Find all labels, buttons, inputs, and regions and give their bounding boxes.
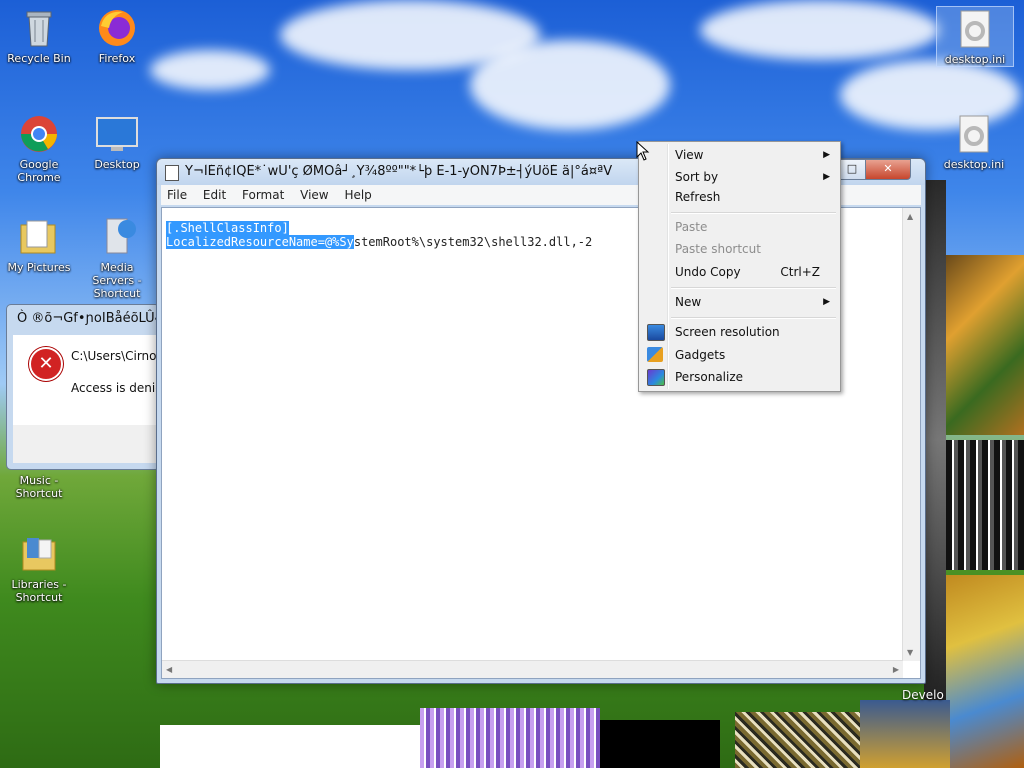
icon-label: desktop.ini [944, 53, 1006, 66]
horizontal-scrollbar[interactable]: ◀ ▶ [162, 660, 903, 678]
selected-text: [.ShellClassInfo] [166, 221, 289, 235]
menu-separator [671, 317, 836, 319]
scroll-right-icon[interactable]: ▶ [893, 665, 899, 674]
submenu-arrow-icon: ▶ [823, 150, 830, 160]
menu-separator [671, 212, 836, 214]
desktop-icon-recycle-bin[interactable]: Recycle Bin [0, 6, 78, 65]
menu-item-refresh[interactable]: Refresh [641, 186, 838, 208]
menu-format[interactable]: Format [236, 185, 290, 205]
firefox-icon [95, 6, 139, 50]
icon-label: Desktop [94, 158, 140, 171]
chrome-icon [17, 112, 61, 156]
gadgets-icon [647, 347, 663, 362]
desktop-icon-my-pictures[interactable]: My Pictures [0, 215, 78, 274]
monitor-icon [647, 324, 665, 341]
desktop-icon-google-chrome[interactable]: Google Chrome [0, 112, 78, 184]
menu-item-personalize[interactable]: Personalize [641, 366, 838, 388]
icon-label: Media Servers - Shortcut [92, 261, 142, 300]
menu-item-label: Paste shortcut [675, 242, 761, 256]
desktop-icon-music[interactable]: Music - Shortcut [0, 474, 78, 500]
menu-item-label: New [675, 295, 702, 309]
glitch-artifact [924, 180, 946, 700]
desktop-icon-libraries[interactable]: Libraries - Shortcut [0, 532, 78, 604]
menu-item-label: Personalize [675, 370, 744, 384]
text-line: stemRoot%\system32\shell32.dll,-2 [353, 235, 593, 249]
folder-icon [17, 215, 61, 259]
icon-label: Libraries - Shortcut [11, 578, 67, 604]
recycle-bin-icon [17, 6, 61, 50]
cloud [150, 50, 270, 90]
menu-item-view[interactable]: View ▶ [641, 144, 838, 166]
glitch-artifact [946, 575, 1024, 768]
icon-label: Firefox [98, 52, 136, 65]
icon-label: My Pictures [7, 261, 71, 274]
desktop-icon-firefox[interactable]: Firefox [78, 6, 156, 65]
server-icon [95, 215, 139, 259]
menu-item-label: Paste [675, 220, 708, 234]
error-icon: ✕ [29, 347, 63, 381]
scroll-up-icon[interactable]: ▲ [907, 212, 913, 221]
menu-item-shortcut: Ctrl+Z [780, 265, 820, 279]
glitch-artifact [420, 708, 600, 768]
menu-item-sort-by[interactable]: Sort by ▶ [641, 166, 838, 188]
icon-label: desktop.ini [943, 158, 1005, 171]
scroll-left-icon[interactable]: ◀ [166, 665, 172, 674]
menu-item-new[interactable]: New ▶ [641, 291, 838, 313]
glitch-artifact [160, 725, 420, 768]
menu-help[interactable]: Help [338, 185, 377, 205]
menu-edit[interactable]: Edit [197, 185, 232, 205]
glitch-artifact [860, 700, 950, 768]
settings-file-icon [953, 7, 997, 51]
menu-item-label: Sort by [675, 170, 719, 184]
scroll-down-icon[interactable]: ▼ [907, 648, 913, 657]
monitor-icon [95, 112, 139, 156]
cloud [470, 40, 670, 130]
desktop-icon-desktop[interactable]: Desktop [78, 112, 156, 171]
selected-text: LocalizedResourceName=@%Sy [166, 235, 354, 249]
menu-item-undo-copy[interactable]: Undo Copy Ctrl+Z [641, 261, 838, 283]
personalize-icon [647, 369, 665, 386]
editor-content: [.ShellClassInfo] LocalizedResourceName=… [166, 221, 592, 249]
dialog-footer [13, 425, 159, 463]
error-dialog[interactable]: Ò ®õ¬Gf•ɲoIBåéõLÛ4 ✕ C:\Users\Cirno\D Ac… [6, 304, 160, 470]
maximize-button[interactable]: □ [838, 159, 866, 180]
icon-label: Google Chrome [17, 158, 61, 184]
submenu-arrow-icon: ▶ [823, 297, 830, 307]
submenu-arrow-icon: ▶ [823, 172, 830, 182]
menu-file[interactable]: File [161, 185, 193, 205]
menu-item-gadgets[interactable]: Gadgets [641, 344, 838, 366]
menu-item-label: Screen resolution [675, 325, 780, 339]
context-menu[interactable]: View ▶ Sort by ▶ Refresh Paste Paste sho… [638, 141, 841, 392]
notepad-icon [165, 165, 179, 181]
menu-item-screen-resolution[interactable]: Screen resolution [641, 321, 838, 343]
cloud [700, 0, 940, 60]
menu-item-label: Gadgets [675, 348, 726, 362]
menu-item-paste[interactable]: Paste [641, 216, 838, 238]
window-title: Y¬ÌÉñ¢IQÊ*˙wÚ'ç ØMÖâ┘¸Y¾8ºº""*└þ Ê-1-yÔÑ… [185, 164, 613, 179]
dialog-body: ✕ C:\Users\Cirno\D Access is denied. [13, 335, 159, 425]
glitch-artifact [946, 255, 1024, 435]
partial-text: Develo [902, 688, 944, 702]
libraries-icon [17, 532, 61, 576]
menu-item-paste-shortcut[interactable]: Paste shortcut [641, 238, 838, 260]
icon-label: Recycle Bin [7, 52, 71, 65]
vertical-scrollbar[interactable]: ▲ ▼ [902, 208, 920, 661]
dialog-message: Access is denied. [71, 381, 159, 395]
desktop-icon-desktop-ini[interactable]: desktop.ini [936, 112, 1012, 171]
menu-item-label: View [675, 148, 704, 162]
menu-view[interactable]: View [294, 185, 334, 205]
desktop-icon-media-servers[interactable]: Media Servers - Shortcut [78, 215, 156, 300]
glitch-artifact [735, 712, 860, 768]
dialog-path: C:\Users\Cirno\D [71, 349, 160, 363]
menu-separator [671, 287, 836, 289]
icon-label: Music - Shortcut [15, 474, 63, 500]
close-button[interactable]: ✕ [865, 159, 911, 180]
glitch-artifact [600, 720, 720, 768]
menu-item-label: Undo Copy [675, 265, 741, 279]
dialog-title: Ò ®õ¬Gf•ɲoIBåéõLÛ4 [17, 311, 160, 326]
glitch-artifact [946, 440, 1024, 570]
desktop-icon-desktop-ini-selected[interactable]: desktop.ini [936, 6, 1014, 67]
menu-item-label: Refresh [675, 190, 721, 204]
settings-file-icon [952, 112, 996, 156]
